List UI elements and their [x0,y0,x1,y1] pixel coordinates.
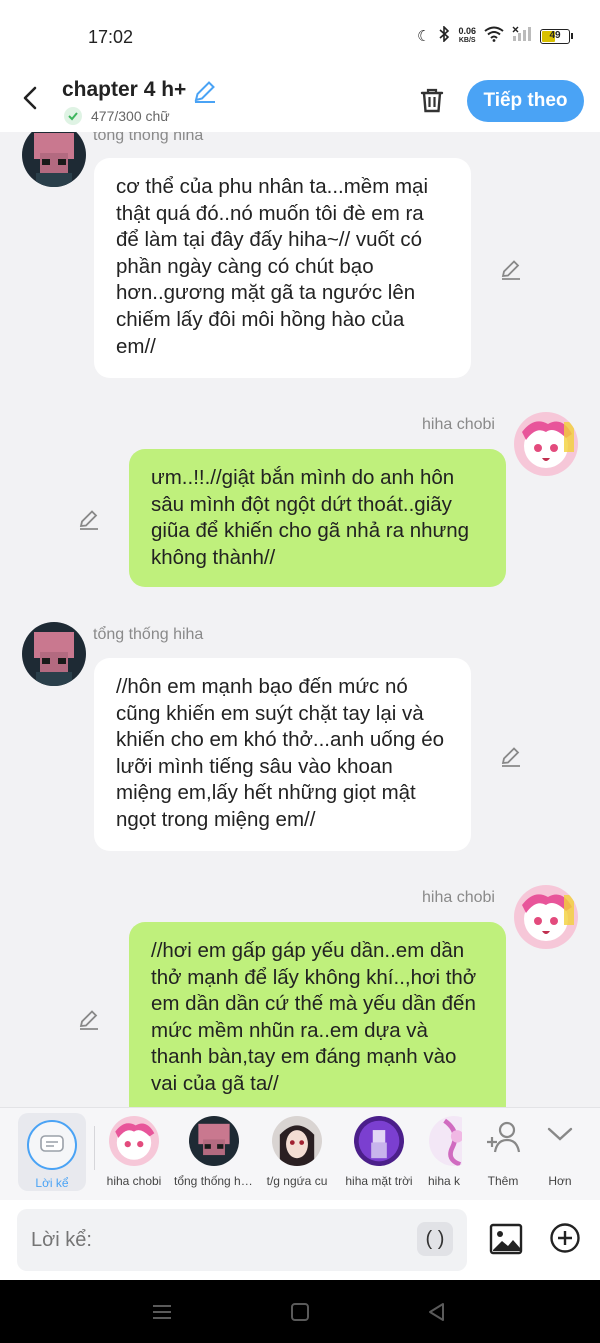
trash-icon [420,88,444,113]
plus-circle-icon [550,1223,580,1253]
editor-header: chapter 4 h+ 477/300 chữ Tiếp theo [0,72,600,132]
moon-icon: ☾ [417,28,431,45]
home-icon[interactable] [288,1300,312,1324]
avatar [272,1116,322,1166]
pencil-icon [194,81,215,103]
delete-button[interactable] [417,85,447,115]
character-hiha-chobi[interactable]: hiha chobi [94,1108,174,1201]
back-nav-icon[interactable] [425,1300,449,1324]
message-bubble[interactable]: //hôn em mạnh bạo đến mức nó cũng khiến … [94,658,471,851]
more-label: Hơn [548,1174,572,1188]
chevron-down-icon [547,1124,573,1149]
edit-message-button[interactable] [77,507,101,531]
status-time: 17:02 [88,27,134,47]
message-input[interactable] [17,1209,467,1271]
character-bar: Lời kể hiha chobi tổng thống hiha t/g ng… [0,1107,600,1200]
character-label: hiha chobi [106,1174,162,1188]
more-button[interactable]: Hơn [520,1108,600,1201]
input-bar: ( ) [0,1200,600,1280]
next-button[interactable]: Tiếp theo [467,80,584,122]
character-label: t/g ngứa cu [266,1174,328,1188]
pencil-icon [79,510,98,530]
pencil-icon [501,260,520,280]
avatar [109,1116,159,1166]
add-button[interactable] [549,1222,581,1254]
pencil-icon [501,747,520,767]
message-bubble[interactable]: cơ thể của phu nhân ta...mềm mại thật qu… [94,158,471,378]
image-button[interactable] [489,1222,523,1256]
narrator-button[interactable]: Lời kể [18,1113,86,1191]
message-bubble[interactable]: //hơi em gấp gáp yếu dần..em dần thở mạn… [129,922,506,1107]
sender-name: tổng thống hiha [93,626,204,643]
wifi-icon [484,26,504,46]
character-hiha-mat-troi[interactable]: hiha mặt trời [339,1108,419,1201]
avatar [189,1116,239,1166]
status-bar: 17:02 ☾ 0.06 KB/S 49 [0,0,600,72]
status-icons: ☾ 0.06 KB/S 49 [417,25,573,46]
message-bubble[interactable]: ưm..!!.//giật bắn mình do anh hôn sâu mì… [129,449,506,587]
check-icon [64,107,82,125]
menu-icon[interactable] [150,1300,174,1324]
edit-message-button[interactable] [499,257,523,281]
add-person-icon [485,1118,523,1161]
sender-name: hiha chobi [422,416,495,433]
page-title: chapter 4 h+ [62,78,187,101]
character-tong-thong-hiha[interactable]: tổng thống hiha [174,1108,254,1201]
avatar[interactable] [514,885,578,949]
character-label: tổng thống hiha [174,1174,254,1188]
action-parentheses-button[interactable]: ( ) [417,1222,453,1256]
avatar [354,1116,404,1166]
avatar[interactable] [22,622,86,686]
chevron-left-icon [23,86,37,110]
battery-icon: 49 [540,28,573,44]
character-label: hiha k [427,1174,461,1188]
edit-title-button[interactable] [192,78,218,104]
chat-area[interactable]: tổng thống hiha cơ thể của phu nhân ta..… [0,132,600,1107]
edit-message-button[interactable] [77,1007,101,1031]
net-speed: 0.06 KB/S [458,26,476,45]
chat-bubble-icon [27,1120,77,1170]
sender-name: hiha chobi [422,889,495,906]
avatar[interactable] [22,132,86,187]
pencil-icon [79,1010,98,1030]
character-hiha-k[interactable]: hiha k [414,1108,462,1201]
narrator-label: Lời kể [35,1176,69,1190]
avatar [429,1116,462,1166]
character-tg-ngua-cu[interactable]: t/g ngứa cu [257,1108,337,1201]
image-icon [489,1223,523,1255]
edit-message-button[interactable] [499,744,523,768]
sender-name: tổng thống hiha [93,132,204,144]
avatar[interactable] [514,412,578,476]
back-button[interactable] [18,84,46,112]
signal-icon [512,26,532,46]
system-nav-bar [0,1280,600,1343]
character-label: hiha mặt trời [345,1174,413,1188]
char-count: 477/300 chữ [91,108,170,124]
bluetooth-icon [438,25,450,46]
